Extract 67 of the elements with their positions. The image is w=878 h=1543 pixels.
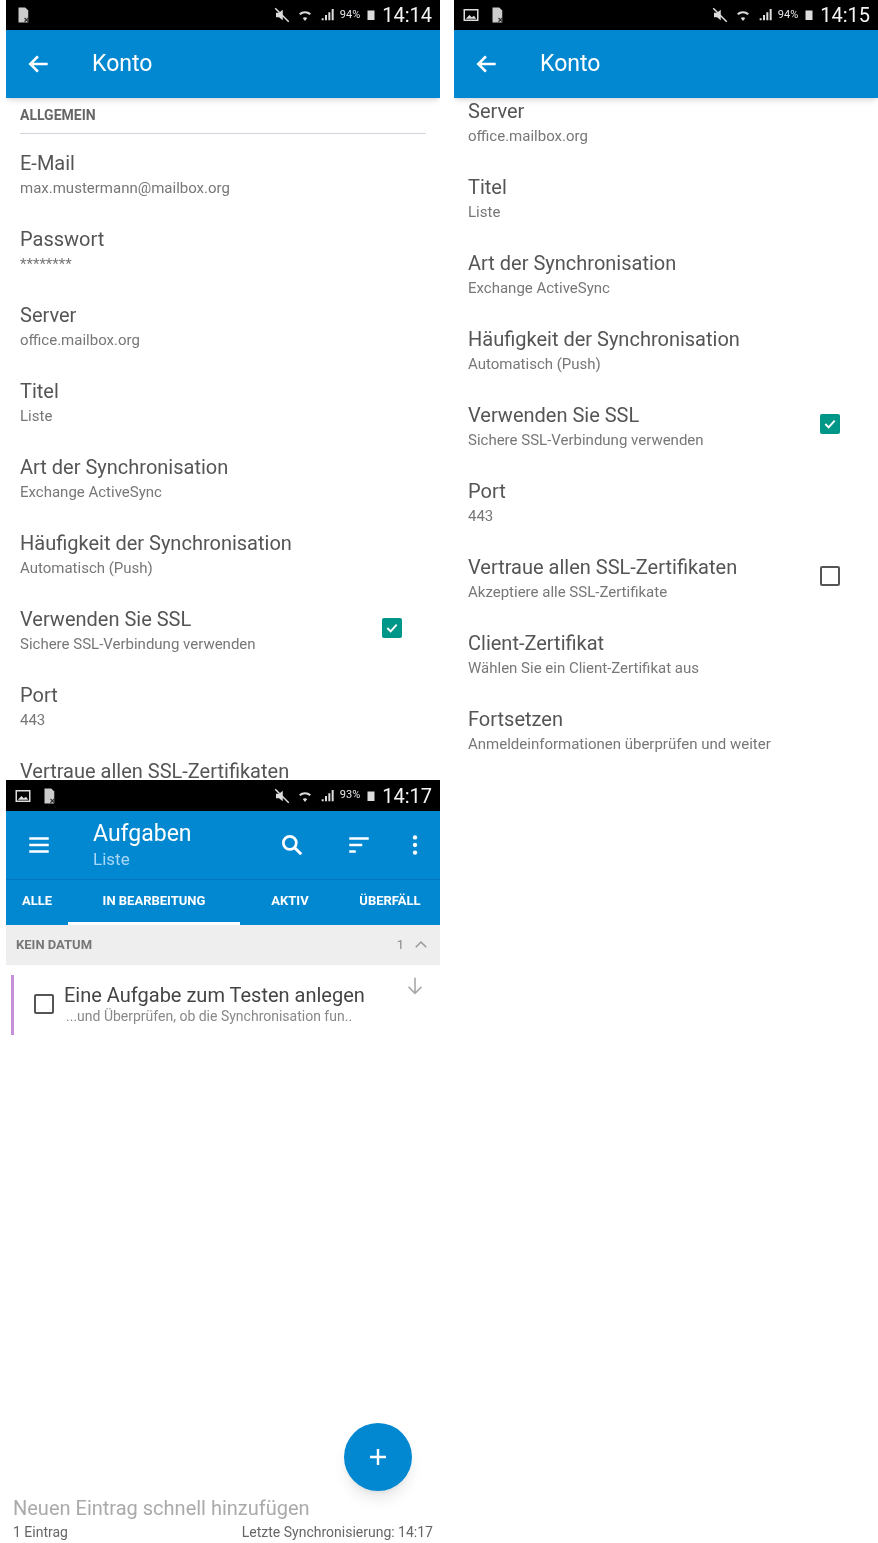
quick-add-field[interactable]: Neuen Eintrag schnell hinzufügen — [13, 1495, 393, 1521]
battery-percentage: 94% — [339, 6, 361, 23]
setting-title[interactable]: E-Mail — [20, 151, 426, 175]
setting-title[interactable]: Art der Synchronisation — [468, 251, 864, 275]
setting-title[interactable]: Häufigkeit der Synchronisation — [468, 327, 864, 351]
tab[interactable]: ÜBERFÄLL — [340, 880, 440, 925]
screen-title: Konto — [540, 48, 601, 79]
mute-icon — [272, 6, 291, 24]
setting-value: Automatisch (Push) — [20, 558, 154, 578]
group-header[interactable]: KEIN DATUM 1 — [6, 925, 440, 965]
setting-title[interactable]: Art der Synchronisation — [20, 455, 426, 479]
clock-time: 14:17 — [382, 782, 432, 810]
checkbox[interactable] — [820, 414, 840, 434]
setting-value: max.mustermann@mailbox.org — [20, 178, 231, 198]
screen-title: Konto — [92, 48, 153, 79]
setting-title[interactable]: Verwenden Sie SSL — [468, 403, 820, 427]
mute-icon — [272, 786, 291, 805]
setting-value: Wählen Sie ein Client-Zertifikat aus — [468, 658, 700, 678]
checkbox[interactable] — [820, 566, 840, 586]
task-title[interactable]: Eine Aufgabe zum Testen anlegen — [64, 983, 404, 1007]
task-checkbox[interactable] — [34, 994, 54, 1014]
setting-value: 443 — [468, 506, 495, 526]
group-label: KEIN DATUM — [16, 936, 94, 955]
setting-value: Automatisch (Push) — [468, 354, 602, 374]
setting-value: Anmeldeinformationen überprüfen und weiter — [468, 734, 772, 754]
setting-title[interactable]: Passwort — [20, 227, 426, 251]
battery-percentage: 94% — [777, 6, 799, 23]
checkbox[interactable] — [382, 618, 402, 638]
setting-value: Exchange ActiveSync — [20, 482, 163, 502]
setting-value: Exchange ActiveSync — [468, 278, 611, 298]
search-icon[interactable] — [279, 832, 305, 858]
setting-title[interactable]: Häufigkeit der Synchronisation — [20, 531, 426, 555]
setting-title[interactable]: Fortsetzen — [468, 707, 864, 731]
section-header: ALLGEMEIN — [20, 106, 96, 125]
tab[interactable]: AKTIV — [240, 880, 340, 925]
setting-title[interactable]: Verwenden Sie SSL — [20, 607, 382, 631]
setting-value: Sichere SSL-Verbindung verwenden — [20, 634, 257, 654]
setting-title[interactable]: Titel — [468, 175, 864, 199]
screen-title: Aufgaben — [93, 820, 193, 848]
setting-value: office.mailbox.org — [468, 126, 589, 146]
tab[interactable]: ALLE — [6, 880, 68, 925]
entry-count: 1 Eintrag — [13, 1522, 68, 1542]
task-note: ...und Überprüfen, ob die Synchronisation fun.. — [66, 1007, 354, 1025]
setting-value: 443 — [20, 710, 47, 730]
image-icon — [462, 6, 480, 24]
setting-title[interactable]: Client-Zertifikat — [468, 631, 864, 655]
setting-value: Liste — [468, 202, 502, 222]
setting-value: Akzeptiere alle SSL-Zertifikate — [468, 582, 669, 602]
clock-time: 14:14 — [382, 2, 432, 29]
last-sync-status: Letzte Synchronisierung: 14:17 — [241, 1522, 433, 1542]
setting-title[interactable]: Vertraue allen SSL-Zertifikaten — [20, 759, 426, 780]
setting-title[interactable]: Titel — [20, 379, 426, 403]
setting-value: Sichere SSL-Verbindung verwenden — [468, 430, 705, 450]
group-count: 1 — [396, 936, 404, 955]
clock-time: 14:15 — [820, 2, 870, 29]
mute-icon — [710, 6, 729, 24]
setting-value: ******** — [20, 254, 73, 274]
battery-percentage: 93% — [339, 787, 361, 804]
add-button[interactable] — [344, 1423, 412, 1491]
setting-value: office.mailbox.org — [20, 330, 141, 350]
setting-value: Liste — [20, 406, 54, 426]
setting-title[interactable]: Port — [20, 683, 426, 707]
setting-title[interactable]: Vertraue allen SSL-Zertifikaten — [468, 555, 820, 579]
setting-title[interactable]: Server — [20, 303, 426, 327]
setting-title[interactable]: Port — [468, 479, 864, 503]
setting-title[interactable]: Server — [468, 99, 864, 123]
screen-subtitle: Liste — [93, 848, 131, 870]
